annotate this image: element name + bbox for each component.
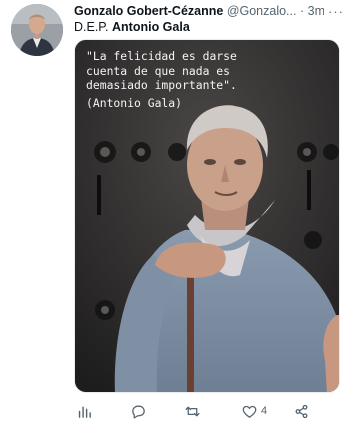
quote-line: cuenta de que nada es <box>86 63 231 78</box>
tweet-text: D.E.P. Antonio Gala <box>74 19 190 36</box>
action-bar: 4 <box>74 400 340 422</box>
like-count: 4 <box>261 405 268 417</box>
quote-overlay: "La felicidad es darse cuenta de que nad… <box>86 49 336 110</box>
reply-icon <box>132 405 145 419</box>
tweet-media[interactable]: "La felicidad es darse cuenta de que nad… <box>74 39 340 393</box>
avatar[interactable] <box>11 4 63 56</box>
author-handle[interactable]: @Gonzalo... <box>227 4 297 18</box>
tweet: Gonzalo Gobert-Cézanne @Gonzalo... · 3mi… <box>0 0 350 425</box>
views-button[interactable] <box>76 400 93 422</box>
tweet-text-prefix: D.E.P. <box>74 20 109 34</box>
quote-author: (Antonio Gala) <box>86 95 183 110</box>
like-button[interactable]: 4 <box>241 400 267 422</box>
tweet-text-bold: Antonio Gala <box>112 20 190 34</box>
retweet-button[interactable] <box>184 400 201 422</box>
analytics-icon <box>78 406 91 418</box>
heart-icon <box>242 405 257 418</box>
retweet-icon <box>185 406 200 416</box>
share-icon <box>295 404 308 418</box>
share-button[interactable] <box>293 400 310 422</box>
quote-line: demasiado importante". <box>86 78 237 93</box>
quote-line: "La felicidad es darse <box>86 49 237 63</box>
avatar-image <box>11 4 63 56</box>
separator-dot: · <box>299 4 305 18</box>
more-horizontal-icon[interactable]: ··· <box>324 3 344 20</box>
author-name[interactable]: Gonzalo Gobert-Cézanne <box>74 4 223 18</box>
reply-button[interactable] <box>130 400 147 422</box>
